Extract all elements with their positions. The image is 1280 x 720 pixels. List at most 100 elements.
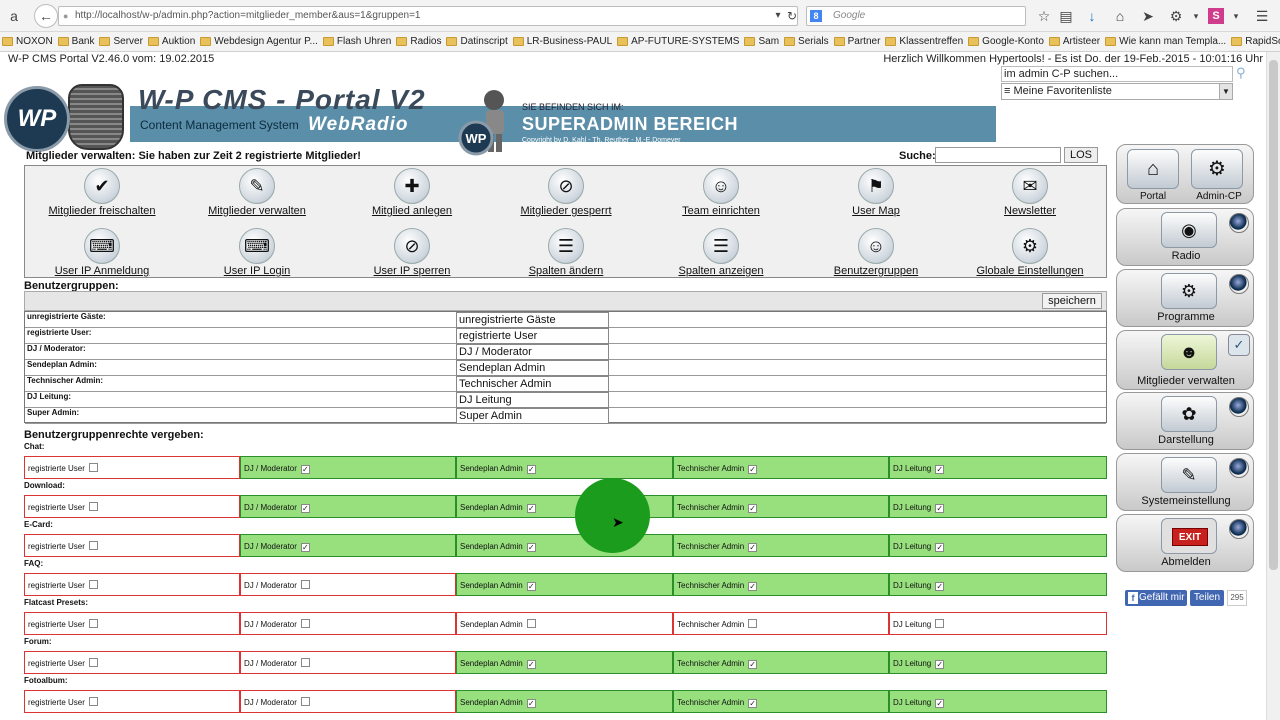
- addon-icon[interactable]: S: [1208, 8, 1224, 24]
- admin-house-icon[interactable]: ⚙: [1191, 149, 1243, 189]
- bookmark-item[interactable]: Wie kann man Templa...: [1103, 32, 1226, 51]
- permission-checkbox[interactable]: [300, 619, 310, 628]
- search-icon[interactable]: ⚲: [1236, 65, 1246, 81]
- group-label-input[interactable]: DJ / Moderator: [456, 344, 609, 360]
- bookmark-item[interactable]: Radios: [394, 32, 441, 51]
- group-label-input[interactable]: Technischer Admin: [456, 376, 609, 392]
- tools-icon[interactable]: ⚙: [1166, 6, 1186, 26]
- sidebar-item-darstellung[interactable]: ✿ Darstellung: [1116, 392, 1254, 450]
- favorites-select[interactable]: ≡ Meine Favoritenliste ▼: [1001, 83, 1233, 100]
- permission-checkbox[interactable]: [88, 619, 98, 628]
- permission-checkbox[interactable]: ✓: [748, 543, 758, 552]
- permission-checkbox[interactable]: ✓: [748, 582, 758, 591]
- permission-checkbox[interactable]: ✓: [935, 465, 945, 474]
- map-pin-icon[interactable]: ⚑: [858, 168, 894, 204]
- team-icon[interactable]: ☺: [703, 168, 739, 204]
- permission-checkbox[interactable]: ✓: [300, 504, 310, 513]
- sidebar-item-radio[interactable]: ◉ Radio: [1116, 208, 1254, 266]
- action-label[interactable]: User Map: [806, 205, 946, 217]
- bookmark-item[interactable]: AP-FUTURE-SYSTEMS: [615, 32, 739, 51]
- logo[interactable]: WP: [4, 86, 70, 152]
- reading-list-icon[interactable]: ▤: [1056, 6, 1076, 26]
- sidebar-item-admin-cp[interactable]: Admin-CP: [1186, 191, 1252, 202]
- permission-checkbox[interactable]: ✓: [935, 543, 945, 552]
- action-label[interactable]: Mitglieder gesperrt: [496, 205, 636, 217]
- permission-checkbox[interactable]: ✓: [935, 582, 945, 591]
- permission-checkbox[interactable]: [88, 502, 98, 511]
- permission-checkbox[interactable]: [88, 658, 98, 667]
- bookmark-item[interactable]: Bank: [56, 32, 94, 51]
- scrollbar[interactable]: [1266, 52, 1280, 720]
- action-label[interactable]: Mitglied anlegen: [342, 205, 482, 217]
- permission-checkbox[interactable]: [300, 658, 310, 667]
- bookmark-item[interactable]: LR-Business-PAUL: [511, 32, 612, 51]
- addon-dropdown-icon[interactable]: ▾: [1226, 6, 1246, 26]
- bookmark-item[interactable]: Artisteer: [1047, 32, 1100, 51]
- action-mitglieder-verwalten[interactable]: ✎ Mitglieder verwalten: [187, 168, 327, 217]
- ip-login-icon[interactable]: ⌨: [84, 228, 120, 264]
- bookmark-item[interactable]: Auktion: [146, 32, 195, 51]
- action-label[interactable]: Mitglieder freischalten: [32, 205, 172, 217]
- action-spalten-anzeigen[interactable]: ☰ Spalten anzeigen: [651, 228, 791, 277]
- save-button[interactable]: speichern: [1042, 293, 1102, 309]
- action-label[interactable]: Benutzergruppen: [806, 265, 946, 277]
- permission-checkbox[interactable]: ✓: [748, 465, 758, 474]
- back-button[interactable]: ←: [34, 4, 58, 28]
- blocked-user-icon[interactable]: ⊘: [548, 168, 584, 204]
- action-label[interactable]: User IP Anmeldung: [32, 265, 172, 277]
- permission-checkbox[interactable]: ✓: [935, 504, 945, 513]
- sidebar-item-system[interactable]: ✎ Systemeinstellung: [1116, 453, 1254, 511]
- home-icon[interactable]: ⌂: [1110, 6, 1130, 26]
- permission-checkbox[interactable]: ✓: [935, 660, 945, 669]
- permission-checkbox[interactable]: ✓: [526, 582, 536, 591]
- action-label[interactable]: Globale Einstellungen: [960, 265, 1100, 277]
- permission-checkbox[interactable]: [300, 580, 310, 589]
- permission-checkbox[interactable]: ✓: [748, 660, 758, 669]
- action-mitglieder-gesperrt[interactable]: ⊘ Mitglieder gesperrt: [496, 168, 636, 217]
- permission-checkbox[interactable]: ✓: [526, 465, 536, 474]
- sidebar-item-programme[interactable]: ⚙ Programme: [1116, 269, 1254, 327]
- action-label[interactable]: Spalten ändern: [496, 265, 636, 277]
- action-mitglieder-freischalten[interactable]: ✔ Mitglieder freischalten: [32, 168, 172, 217]
- bookmark-item[interactable]: Server: [97, 32, 143, 51]
- permission-checkbox[interactable]: ✓: [526, 543, 536, 552]
- permission-checkbox[interactable]: [526, 619, 536, 628]
- menu-icon[interactable]: ☰: [1252, 6, 1272, 26]
- download-icon[interactable]: ↓: [1082, 6, 1102, 26]
- permission-checkbox[interactable]: [935, 619, 945, 628]
- sidebar-item-members[interactable]: ☻ ✓ Mitglieder verwalten: [1116, 330, 1254, 390]
- add-user-icon[interactable]: ✚: [394, 168, 430, 204]
- permission-checkbox[interactable]: ✓: [300, 543, 310, 552]
- permission-checkbox[interactable]: ✓: [748, 504, 758, 513]
- global-settings-icon[interactable]: ⚙: [1012, 228, 1048, 264]
- permission-checkbox[interactable]: [88, 697, 98, 706]
- action-label[interactable]: Spalten anzeigen: [651, 265, 791, 277]
- sidebar-item-logout[interactable]: EXIT Abmelden: [1116, 514, 1254, 572]
- action-user-ip-anmeldung[interactable]: ⌨ User IP Anmeldung: [32, 228, 172, 277]
- admin-search-input[interactable]: im admin C-P suchen...: [1001, 66, 1233, 82]
- facebook-share-button[interactable]: Teilen: [1190, 590, 1224, 606]
- bookmark-item[interactable]: NOXON: [0, 32, 53, 51]
- action-label[interactable]: User IP Login: [187, 265, 327, 277]
- bookmark-item[interactable]: Sam: [742, 32, 779, 51]
- show-columns-icon[interactable]: ☰: [703, 228, 739, 264]
- group-label-input[interactable]: unregistrierte Gäste: [456, 312, 609, 328]
- action-newsletter[interactable]: ✉ Newsletter: [960, 168, 1100, 217]
- reload-icon[interactable]: ↻: [782, 6, 802, 26]
- permission-checkbox[interactable]: ✓: [526, 504, 536, 513]
- send-icon[interactable]: ➤: [1138, 6, 1158, 26]
- approve-user-icon[interactable]: ✔: [84, 168, 120, 204]
- permission-checkbox[interactable]: ✓: [526, 660, 536, 669]
- user-groups-icon[interactable]: ☺: [858, 228, 894, 264]
- amazon-icon[interactable]: a: [4, 6, 24, 26]
- edit-user-icon[interactable]: ✎: [239, 168, 275, 204]
- action-label[interactable]: Team einrichten: [651, 205, 791, 217]
- action-user-ip-login[interactable]: ⌨ User IP Login: [187, 228, 327, 277]
- bookmark-item[interactable]: Serials: [782, 32, 829, 51]
- action-spalten-ndern[interactable]: ☰ Spalten ändern: [496, 228, 636, 277]
- ip-login-lock-icon[interactable]: ⌨: [239, 228, 275, 264]
- action-benutzergruppen[interactable]: ☺ Benutzergruppen: [806, 228, 946, 277]
- permission-checkbox[interactable]: ✓: [935, 699, 945, 708]
- web-search-input[interactable]: 8 Google: [806, 6, 1026, 26]
- bookmark-item[interactable]: Partner: [832, 32, 880, 51]
